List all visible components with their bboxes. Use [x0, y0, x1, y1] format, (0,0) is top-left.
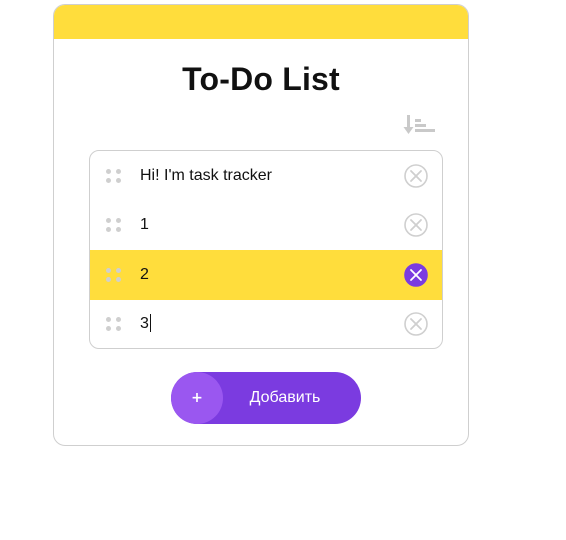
- drag-dot: [116, 218, 121, 224]
- remove-task-button[interactable]: [404, 163, 428, 188]
- drag-dot: [116, 168, 121, 174]
- drag-dot: [106, 326, 111, 332]
- drag-dot: [116, 227, 121, 233]
- drag-dot: [116, 276, 121, 282]
- sort-button[interactable]: [402, 114, 436, 136]
- drag-dot: [106, 267, 111, 273]
- task-text-value: 2: [140, 265, 149, 283]
- task-text-value: Hi! I'm task tracker: [140, 166, 272, 184]
- task-text-value: 3: [140, 315, 149, 333]
- drag-handle-icon[interactable]: [106, 317, 122, 332]
- todo-card: To-Do List Hi! I'm task tracker 1 2 3 + Доб…: [53, 4, 469, 446]
- drag-dot: [116, 326, 121, 332]
- drag-dot: [116, 317, 121, 323]
- drag-dot: [106, 168, 111, 174]
- drag-dot: [116, 177, 121, 183]
- task-row[interactable]: 2: [90, 250, 442, 300]
- task-list: Hi! I'm task tracker 1 2 3: [89, 150, 443, 349]
- drag-handle-icon[interactable]: [106, 168, 122, 183]
- close-circle-icon: [404, 312, 428, 337]
- drag-handle-icon[interactable]: [106, 267, 122, 282]
- task-text[interactable]: 2: [140, 265, 404, 285]
- close-circle-icon: [404, 163, 428, 188]
- remove-task-button[interactable]: [404, 312, 428, 337]
- add-task-button[interactable]: + Добавить: [171, 372, 361, 424]
- drag-dot: [106, 276, 111, 282]
- sort-order-icon: [403, 115, 435, 134]
- text-caret: [149, 314, 151, 333]
- drag-dot: [106, 227, 111, 233]
- close-circle-icon: [404, 262, 428, 287]
- task-row[interactable]: 1: [90, 201, 442, 251]
- remove-task-button[interactable]: [404, 213, 428, 238]
- drag-dot: [116, 267, 121, 273]
- task-text[interactable]: Hi! I'm task tracker: [140, 166, 404, 186]
- close-circle-icon: [404, 213, 428, 238]
- plus-icon: +: [171, 372, 223, 424]
- drag-dot: [106, 317, 111, 323]
- remove-task-button[interactable]: [404, 262, 428, 287]
- task-text-value: 1: [140, 216, 149, 234]
- task-row[interactable]: 3: [90, 300, 442, 349]
- task-text[interactable]: 1: [140, 215, 404, 235]
- drag-dot: [106, 177, 111, 183]
- add-task-label: Добавить: [249, 389, 321, 406]
- task-row[interactable]: Hi! I'm task tracker: [90, 151, 442, 201]
- task-text[interactable]: 3: [140, 314, 404, 334]
- page-title: To-Do List: [182, 61, 340, 97]
- drag-handle-icon[interactable]: [106, 218, 122, 233]
- drag-dot: [106, 218, 111, 224]
- card-header-bar: [54, 5, 468, 39]
